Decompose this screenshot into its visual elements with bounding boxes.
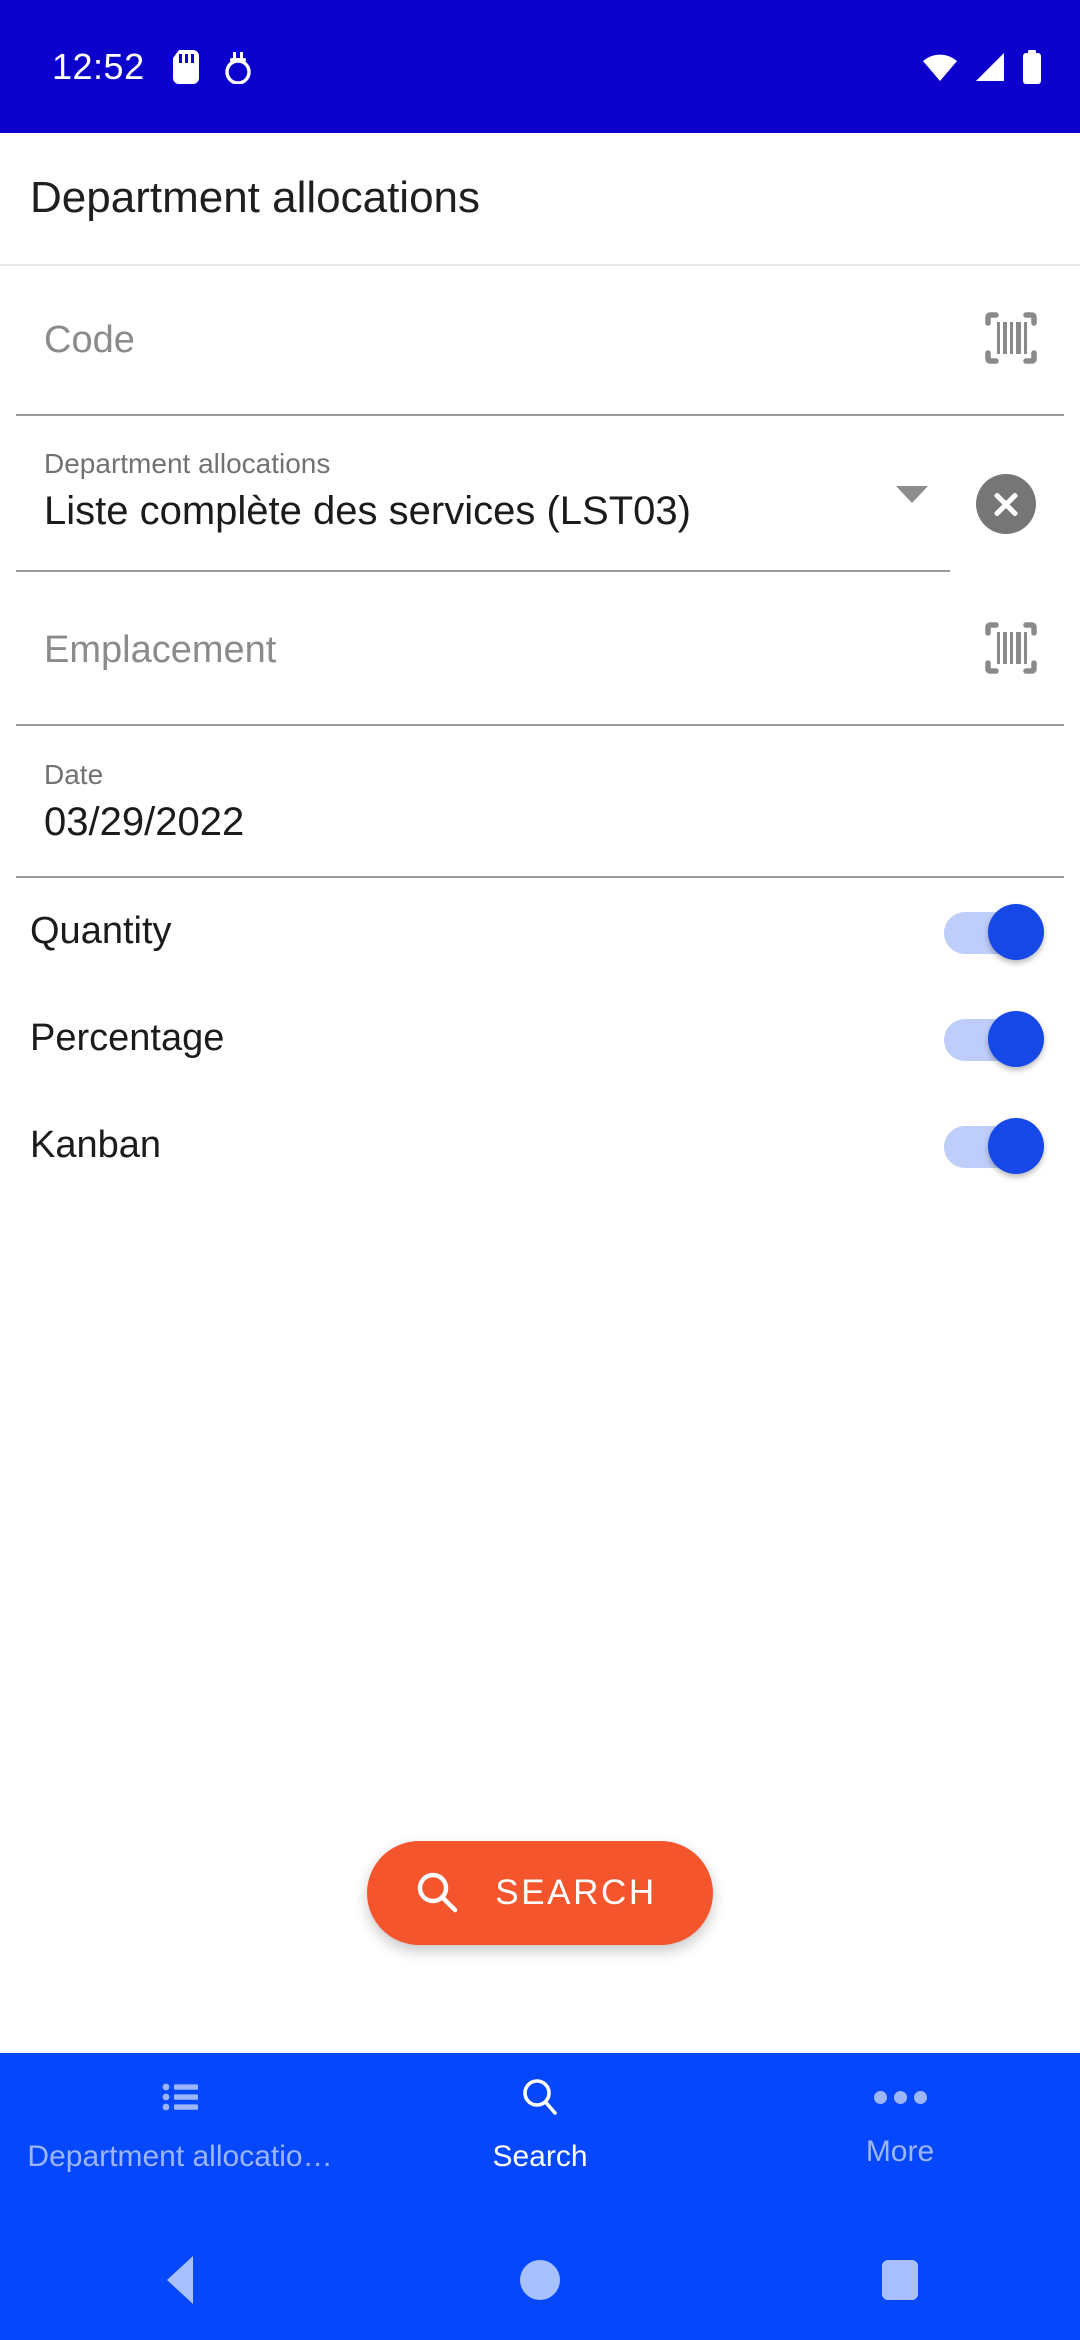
allocation-select-value: Liste complète des services (LST03)	[44, 489, 691, 533]
toggle-switch-kanban[interactable]	[944, 1117, 1044, 1174]
toggle-switch-percentage[interactable]	[944, 1010, 1044, 1067]
search-button-container: SEARCH	[0, 1841, 1080, 2053]
code-input[interactable]: Code	[44, 319, 982, 362]
status-bar-clock: 12:52	[52, 45, 145, 87]
allocation-select-control[interactable]: Department allocations Liste complète de…	[16, 444, 950, 572]
more-dots-icon	[873, 2075, 927, 2119]
page-title: Department allocations	[30, 173, 481, 223]
toggle-row-quantity[interactable]: Quantity	[0, 878, 1080, 985]
status-bar: 12:52	[0, 0, 1080, 133]
recents-square-icon	[882, 2260, 918, 2300]
date-field-label: Date	[44, 758, 104, 790]
android-navigation-bar	[0, 2220, 1080, 2340]
wifi-icon	[922, 52, 958, 82]
toggle-label-quantity: Quantity	[30, 910, 172, 952]
status-bar-left-icons	[172, 49, 251, 84]
search-icon	[413, 1868, 461, 1919]
location-input[interactable]: Emplacement	[44, 629, 982, 672]
home-circle-icon	[520, 2260, 560, 2300]
barcode-scan-icon[interactable]	[982, 309, 1040, 372]
toggle-label-kanban: Kanban	[30, 1124, 162, 1166]
android-recents-button[interactable]	[720, 2260, 1080, 2300]
sd-card-icon	[172, 49, 199, 84]
android-home-button[interactable]	[360, 2260, 720, 2300]
nav-label-more: More	[865, 2135, 935, 2168]
cell-signal-icon	[974, 52, 1006, 82]
status-bar-right-icons	[922, 49, 1042, 84]
barcode-scan-icon[interactable]	[982, 619, 1040, 682]
toggle-thumb	[988, 1117, 1044, 1174]
allocation-select-texts: Department allocations Liste complète de…	[44, 444, 896, 535]
bottom-navigation: Department allocatio… Search More	[0, 2053, 1080, 2220]
toggle-switch-quantity[interactable]	[944, 903, 1044, 960]
toggle-label-percentage: Percentage	[30, 1017, 225, 1059]
list-icon	[158, 2075, 202, 2124]
nav-item-search[interactable]: Search	[360, 2075, 720, 2174]
code-field-row[interactable]: Code	[16, 266, 1064, 416]
search-button[interactable]: SEARCH	[367, 1841, 713, 1945]
battery-icon	[1022, 49, 1042, 84]
search-button-label: SEARCH	[495, 1873, 657, 1912]
allocation-select-row[interactable]: Department allocations Liste complète de…	[16, 416, 1064, 576]
form-content: Code Department allocations Liste complè…	[0, 266, 1080, 2053]
date-field-value[interactable]: 03/29/2022	[44, 798, 1040, 846]
nav-label-department-allocations: Department allocatio…	[27, 2140, 333, 2173]
android-back-button[interactable]	[0, 2256, 360, 2304]
usb-debug-icon	[224, 50, 251, 84]
toggle-thumb	[988, 1010, 1044, 1067]
toggle-row-percentage[interactable]: Percentage	[0, 985, 1080, 1092]
toggle-thumb	[988, 903, 1044, 960]
toggle-row-kanban[interactable]: Kanban	[0, 1092, 1080, 1199]
location-field-row[interactable]: Emplacement	[16, 576, 1064, 726]
nav-item-more[interactable]: More	[720, 2075, 1080, 2169]
phone-screen: 12:52 Department allocations Code Depart…	[0, 0, 1080, 2340]
date-field-row[interactable]: Date 03/29/2022	[16, 726, 1064, 878]
app-bar: Department allocations	[0, 133, 1080, 266]
clear-circle-icon[interactable]	[976, 474, 1036, 534]
nav-item-department-allocations[interactable]: Department allocatio…	[0, 2075, 360, 2174]
back-triangle-icon	[167, 2256, 193, 2304]
nav-label-search: Search	[492, 2140, 588, 2173]
allocation-select-label: Department allocations	[44, 448, 331, 479]
search-icon	[518, 2075, 562, 2124]
chevron-down-icon[interactable]	[896, 486, 928, 503]
